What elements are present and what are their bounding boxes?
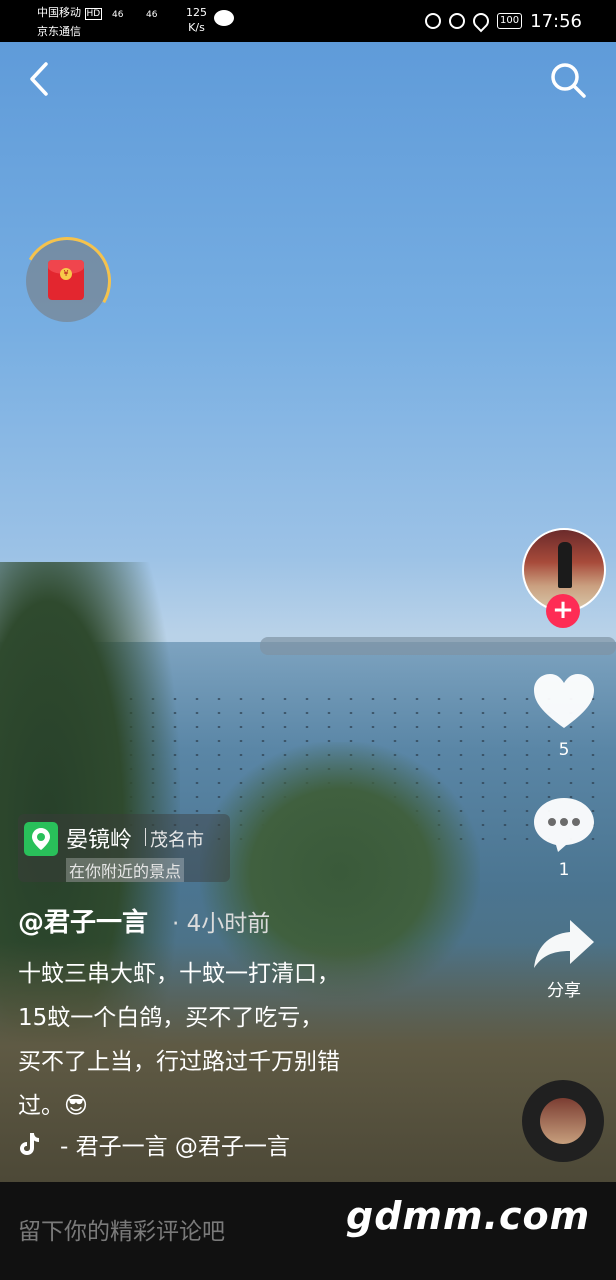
music-disc-cover [540, 1098, 586, 1144]
share-label: 分享 [547, 981, 581, 1001]
video-screen: 中国移动 HD 京东通信 46 46 125 K/s 100 17:56 ¥ +… [0, 0, 616, 1280]
comment-input-placeholder[interactable]: 留下你的精彩评论吧 [18, 1212, 225, 1246]
like-count: 5 [558, 740, 570, 760]
message-icon [214, 10, 234, 26]
eye-icon [449, 13, 466, 29]
signal-1-label: 46 [112, 10, 124, 20]
search-icon[interactable] [548, 60, 588, 100]
network-speed: 125 K/s [186, 5, 207, 35]
share-icon[interactable] [532, 918, 596, 970]
caption-line: 买不了上当，行过路过千万别错 [18, 1049, 340, 1075]
comment-bar[interactable]: 留下你的精彩评论吧 gdmm.com [0, 1182, 616, 1280]
hd-badge: HD [84, 8, 103, 20]
carrier-1: 中国移动 [37, 6, 81, 19]
nearby-tag: 在你附近的景点 [66, 858, 185, 882]
location-icon [469, 9, 493, 33]
carrier-2: 京东通信 [37, 25, 81, 38]
comment-icon[interactable] [532, 794, 596, 854]
tiktok-note-icon [20, 1133, 39, 1155]
caption-line: 过。😎 [18, 1093, 88, 1119]
music-info[interactable]: - 君子一言 @君子一言 [18, 1124, 290, 1164]
music-title: - 君子一言 @君子一言 [60, 1134, 290, 1160]
coin-icon: ¥ [60, 268, 72, 280]
status-bar: 中国移动 HD 京东通信 46 46 125 K/s 100 17:56 [0, 0, 616, 42]
carrier-info: 中国移动 HD 京东通信 [37, 4, 103, 40]
follow-button[interactable]: + [546, 594, 580, 628]
red-packet-button[interactable]: ¥ [13, 227, 121, 335]
caption-line: 15蚊一个白鸽，买不了吃亏， [18, 1005, 324, 1031]
avatar-photo [558, 542, 572, 588]
back-arrow-icon[interactable] [26, 60, 56, 98]
post-time: · 4小时前 [172, 911, 271, 937]
video-caption: 十蚊三串大虾，十蚊一打清口， 15蚊一个白鸽，买不了吃亏， 买不了上当，行过路过… [18, 952, 448, 1128]
speed-value: 125 [186, 6, 207, 19]
clock: 17:56 [530, 10, 582, 32]
location-separator [145, 828, 146, 846]
caption-line: 十蚊三串大虾，十蚊一打清口， [18, 961, 340, 987]
speed-unit: K/s [188, 21, 205, 34]
red-envelope-icon: ¥ [48, 260, 84, 300]
battery-icon: 100 [497, 13, 523, 29]
signal-2-label: 46 [146, 10, 158, 20]
location-chip[interactable]: 晏镜岭 茂名市 在你附近的景点 [18, 814, 230, 882]
author-name[interactable]: @君子一言 [18, 902, 148, 939]
far-shore [260, 637, 616, 655]
status-right: 100 17:56 [425, 9, 582, 33]
location-name: 晏镜岭 [66, 828, 133, 853]
watermark: gdmm.com [346, 1194, 591, 1238]
location-pin-icon [24, 822, 58, 856]
comment-count: 1 [558, 860, 570, 880]
music-disc[interactable] [522, 1080, 604, 1162]
location-city: 茂名市 [150, 830, 204, 851]
heart-icon[interactable] [532, 672, 596, 732]
nfc-icon [425, 13, 442, 29]
